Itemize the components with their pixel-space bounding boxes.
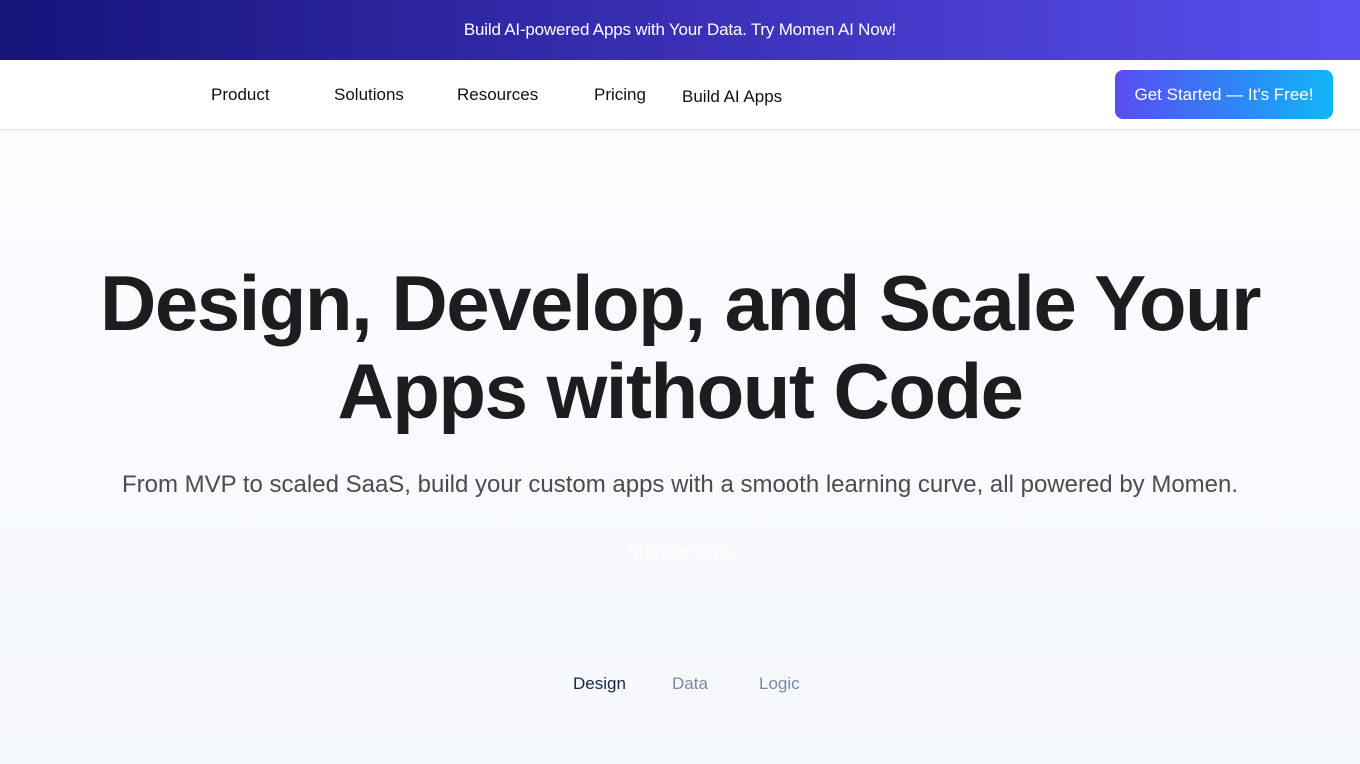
get-started-button[interactable]: Get Started — It's Free! — [1115, 70, 1333, 119]
nav-item-product[interactable]: Product — [211, 60, 270, 130]
nav-item-build-ai-apps[interactable]: Build AI Apps — [682, 62, 782, 132]
nav-item-pricing[interactable]: Pricing — [594, 60, 646, 130]
tab-logic[interactable]: Logic — [759, 674, 800, 694]
hero-subtitle: From MVP to scaled SaaS, build your cust… — [121, 471, 1239, 498]
nav-item-solutions[interactable]: Solutions — [334, 60, 404, 130]
nav-item-resources[interactable]: Resources — [457, 60, 538, 130]
hero-title: Design, Develop, and Scale Your Apps wit… — [100, 259, 1262, 435]
announcement-banner[interactable]: Build AI-powered Apps with Your Data. Tr… — [0, 0, 1360, 60]
tab-design[interactable]: Design — [573, 674, 626, 694]
banner-text: Build AI-powered Apps with Your Data. Tr… — [463, 20, 897, 39]
hero-section: Design, Develop, and Scale Your Apps wit… — [0, 131, 1360, 764]
top-navbar: Product Solutions Resources Pricing Buil… — [0, 60, 1360, 130]
tab-data[interactable]: Data — [672, 674, 708, 694]
start-for-free-button[interactable]: Start for Free — [590, 533, 770, 571]
